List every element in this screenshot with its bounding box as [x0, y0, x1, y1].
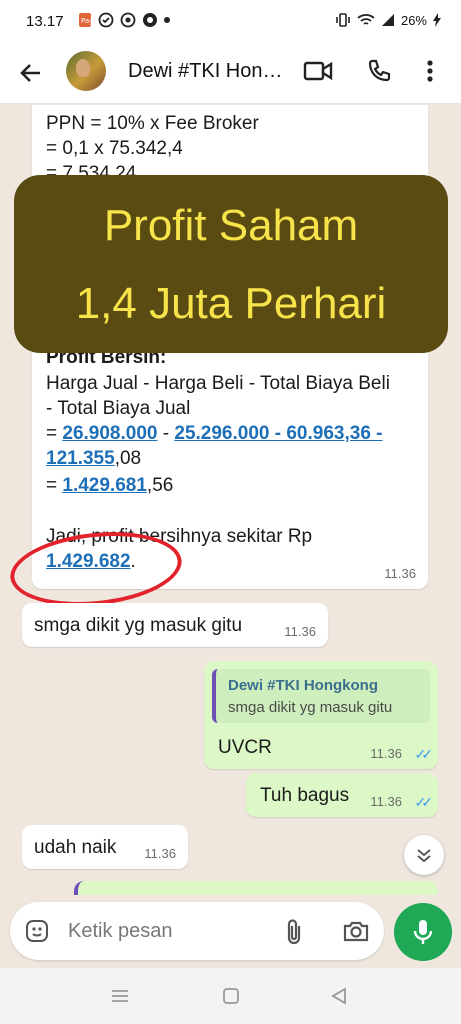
- banner-line-2: 1,4 Juta Perhari: [75, 279, 387, 328]
- attach-icon[interactable]: [284, 918, 306, 946]
- message-time: 11.36: [144, 846, 176, 861]
- message-input[interactable]: Ketik pesan: [68, 920, 173, 943]
- phone-link-2-tail[interactable]: ,36 -: [344, 423, 382, 444]
- message-bubble-outgoing[interactable]: Tuh bagus 11.36 ✓✓: [246, 773, 438, 817]
- message-text: smga dikit yg masuk gitu: [34, 615, 243, 636]
- quoted-message[interactable]: Dewi #TKI Hongkong smga dikit yg masuk g…: [212, 669, 430, 723]
- phone-link-4[interactable]: 1.429.681: [62, 475, 147, 496]
- app-notification-icon: Pay: [79, 13, 92, 27]
- phone-link-2[interactable]: 25.296.000 - 60.963: [174, 423, 344, 444]
- notification-icons: Pay: [78, 12, 170, 28]
- message-time: 11.36: [384, 566, 416, 581]
- more-notifications-dot: [164, 17, 170, 23]
- message-text: udah naik: [34, 837, 117, 858]
- quoted-sender: Dewi #TKI Hongkong: [228, 677, 378, 694]
- contact-name[interactable]: Dewi #TKI Hongkong: [128, 60, 288, 83]
- more-options-icon[interactable]: [425, 58, 435, 84]
- voice-call-icon[interactable]: [366, 58, 392, 84]
- phone-link-1[interactable]: 26.908.000: [62, 423, 157, 444]
- whatsapp-icon: [120, 12, 136, 28]
- signal-icon: [381, 14, 394, 26]
- double-chevron-down-icon: [417, 849, 431, 863]
- calc-eq: =: [46, 423, 58, 444]
- result-decimal: ,56: [146, 475, 174, 496]
- message-text: UVCR: [218, 737, 272, 758]
- message-text: Tuh bagus: [260, 785, 350, 806]
- message-input-bar[interactable]: Ketik pesan: [10, 902, 384, 960]
- status-time: 13.17: [26, 13, 64, 30]
- voice-message-button[interactable]: [394, 903, 452, 961]
- contact-avatar[interactable]: [66, 51, 106, 91]
- battery-percent: 26%: [400, 12, 427, 28]
- recents-icon[interactable]: [110, 988, 130, 1004]
- vibrate-icon: [336, 13, 350, 27]
- formula-line-2: - Total Biaya Jual: [46, 398, 191, 419]
- message-time: 11.36: [370, 746, 402, 761]
- read-receipt-icon: ✓✓: [414, 746, 434, 762]
- message-bubble-outgoing-partial[interactable]: [74, 881, 438, 895]
- microphone-icon: [413, 920, 433, 944]
- system-navigation-bar: [0, 968, 461, 1024]
- ppn-line: PPN = 10% x Fee Broker: [46, 113, 259, 134]
- camera-icon[interactable]: [342, 919, 370, 943]
- system-icons: 26%: [335, 12, 441, 28]
- status-bar: 13.17 Pay 26%: [0, 0, 461, 44]
- calc-minus: -: [162, 423, 170, 444]
- target-icon: [143, 13, 157, 27]
- chat-area[interactable]: PPN = 10% x Fee Broker = 0,1 x 75.342,4 …: [0, 105, 461, 895]
- wifi-icon: [357, 14, 375, 25]
- result-line: = 1.429.681,56: [46, 473, 173, 498]
- calc-decimal: ,08: [114, 448, 142, 469]
- charging-icon: [433, 13, 441, 27]
- message-bubble-outgoing-reply[interactable]: Dewi #TKI Hongkong smga dikit yg masuk g…: [204, 661, 438, 769]
- result-eq: =: [46, 475, 58, 496]
- message-time: 11.36: [370, 794, 402, 809]
- chat-header: Dewi #TKI Hongkong: [0, 44, 461, 104]
- message-bubble-incoming[interactable]: smga dikit yg masuk gitu 11.36: [22, 603, 328, 647]
- formula-line-1: Harga Jual - Harga Beli - Total Biaya Be…: [46, 373, 390, 394]
- calc-line-2: 121.355,08: [46, 446, 141, 471]
- message-bubble-incoming[interactable]: udah naik 11.36: [22, 825, 188, 869]
- read-receipt-icon: ✓✓: [414, 794, 434, 810]
- profit-banner-overlay: Profit Saham 1,4 Juta Perhari: [14, 175, 448, 353]
- sticker-icon[interactable]: [24, 918, 50, 944]
- quoted-text: smga dikit yg masuk gitu: [228, 699, 393, 716]
- ppn-calc: = 0,1 x 75.342,4: [46, 138, 183, 159]
- back-nav-icon[interactable]: [330, 987, 348, 1005]
- banner-line-1: Profit Saham: [103, 201, 359, 250]
- calc-line: = 26.908.000 - 25.296.000 - 60.963,36 -: [46, 421, 383, 446]
- phone-link-3[interactable]: 121.355: [46, 448, 115, 469]
- back-arrow-icon[interactable]: [18, 60, 44, 86]
- home-icon[interactable]: [222, 987, 240, 1005]
- video-call-icon[interactable]: [303, 58, 333, 84]
- check-circle-icon: [98, 12, 114, 28]
- svg-text:Pay: Pay: [81, 17, 92, 25]
- scroll-to-bottom-button[interactable]: [404, 835, 444, 875]
- message-time: 11.36: [284, 624, 316, 639]
